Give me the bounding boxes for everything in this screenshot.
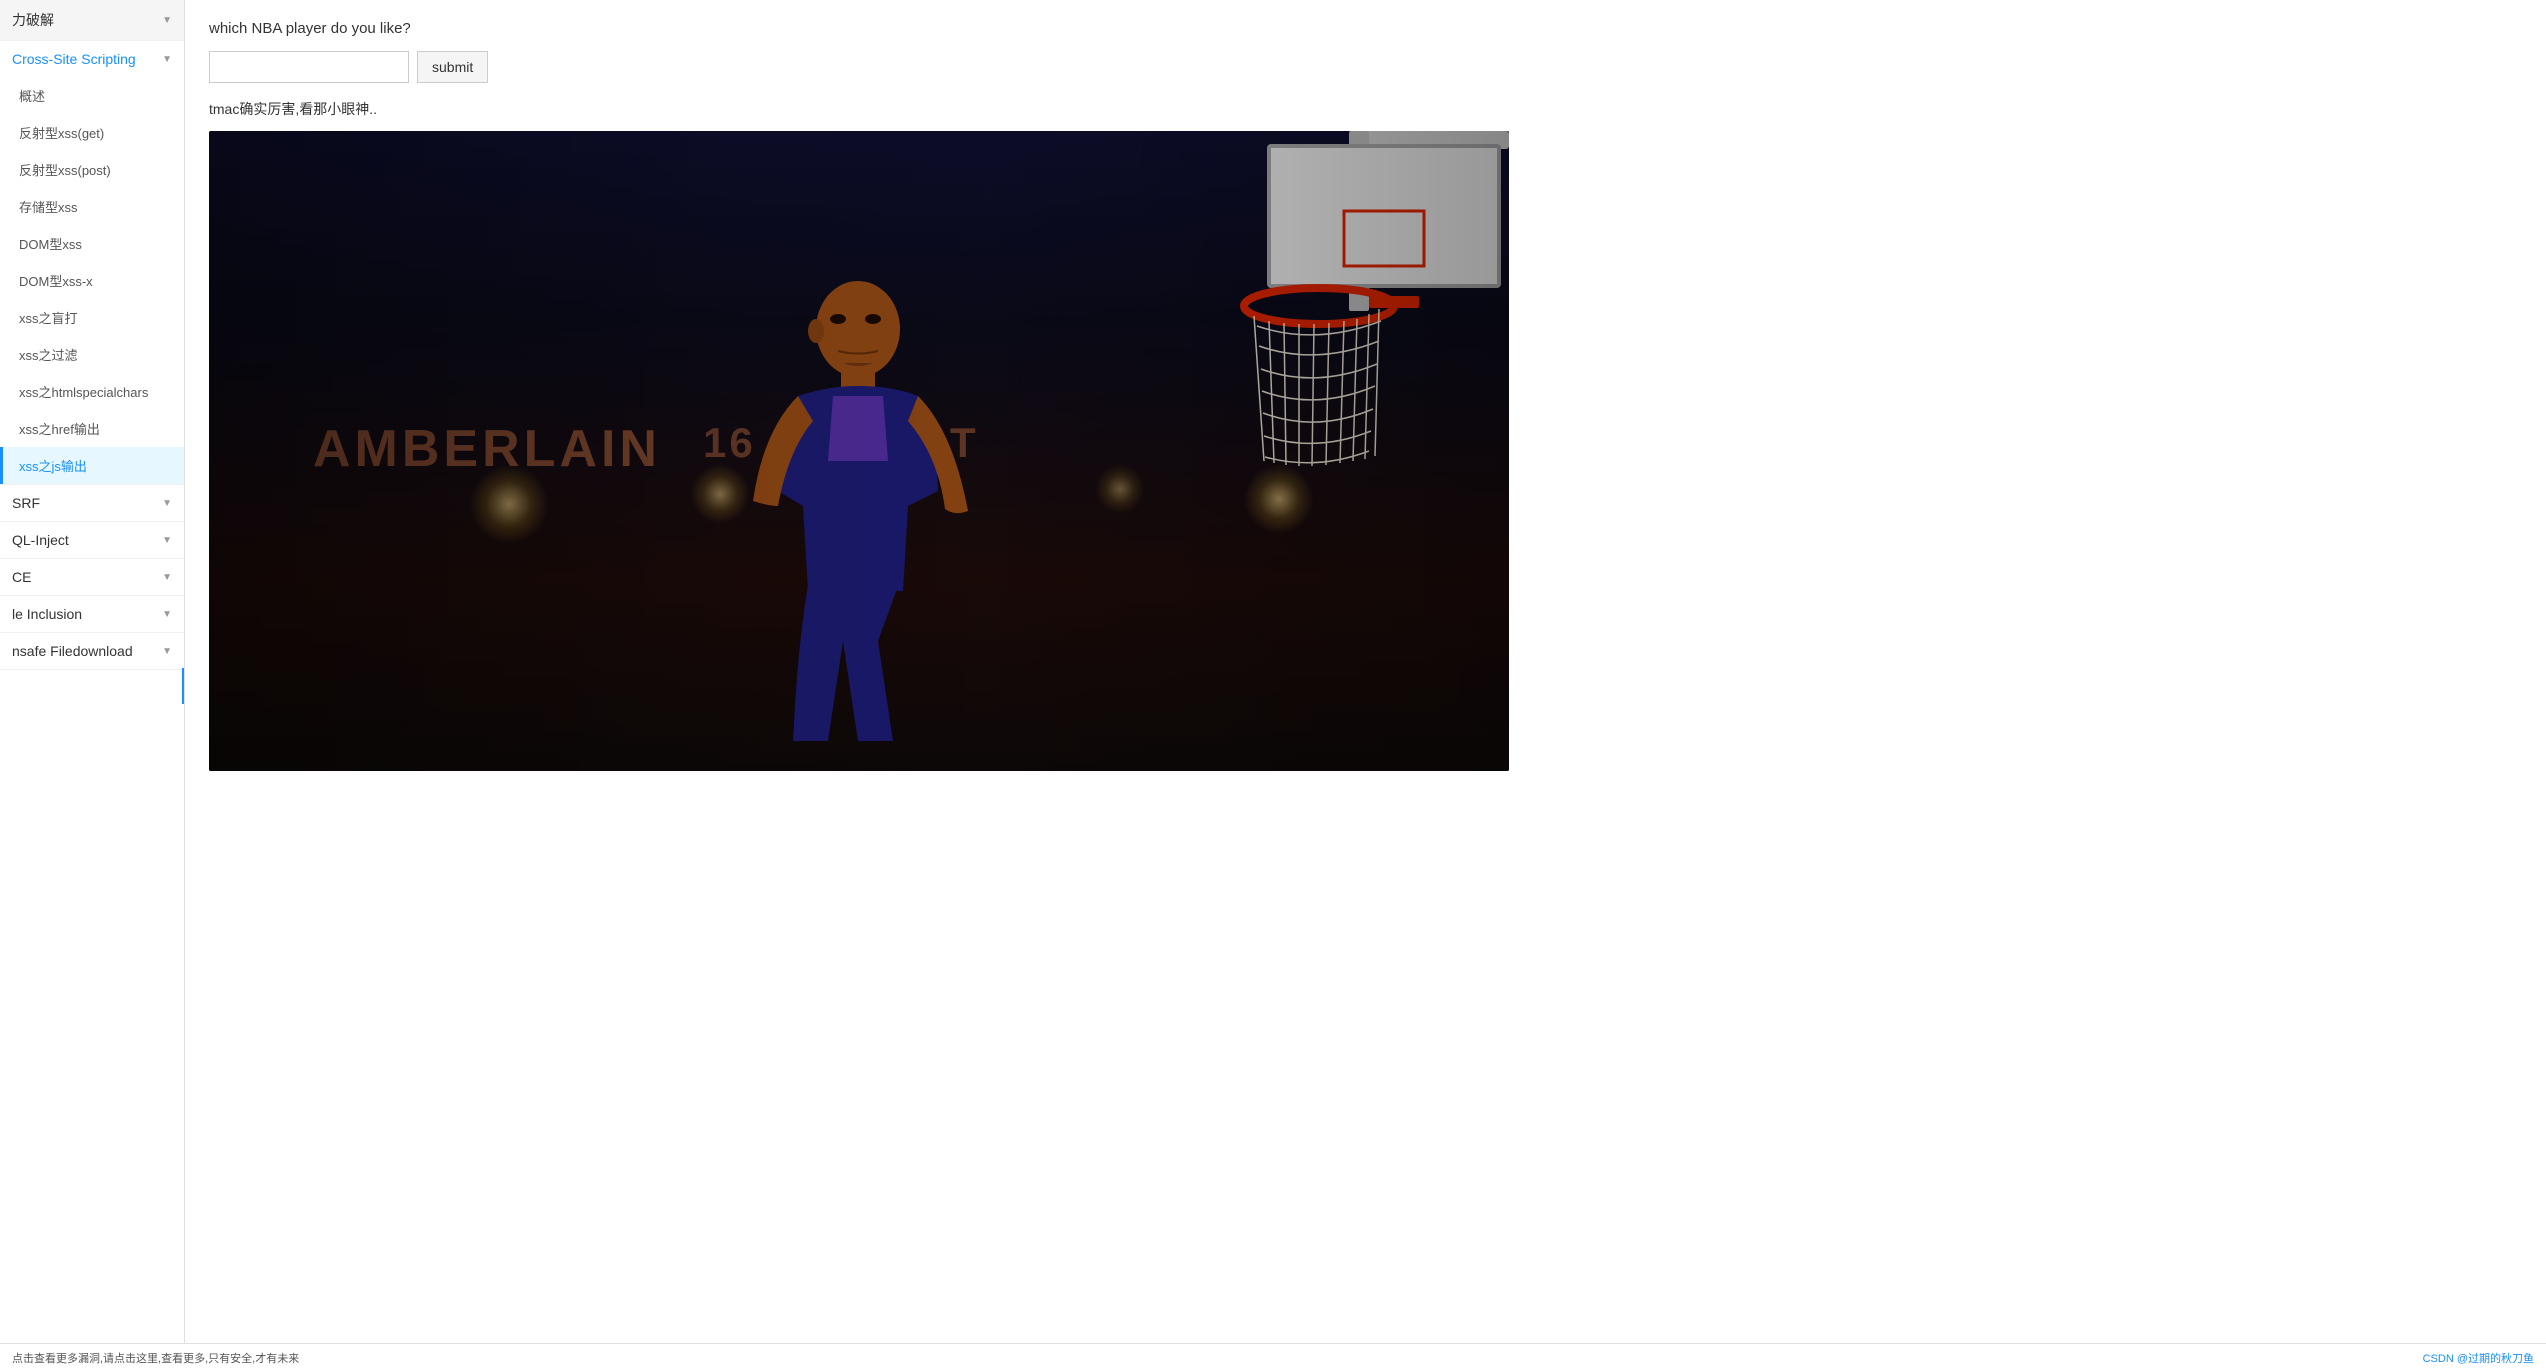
- sidebar-section-file-download: nsafe Filedownload ▼: [0, 633, 184, 670]
- xss-chevron: ▼: [162, 54, 172, 65]
- footer-right-text: CSDN @过期的秋刀鱼: [2423, 1350, 2534, 1366]
- sidebar-item-htmlspecialchars[interactable]: xss之htmlspecialchars: [0, 373, 184, 410]
- sidebar-section-csrf: SRF ▼: [0, 485, 184, 522]
- backboard-svg: [1079, 131, 1509, 511]
- input-row: submit: [209, 51, 2522, 83]
- sidebar-item-blind[interactable]: xss之盲打: [0, 299, 184, 336]
- sidebar-item-dom-x[interactable]: DOM型xss-x: [0, 262, 184, 299]
- player-input[interactable]: [209, 51, 409, 83]
- rce-chevron: ▼: [162, 572, 172, 583]
- sidebar-item-href[interactable]: xss之href输出: [0, 410, 184, 447]
- sidebar-collapse-handle[interactable]: [182, 668, 185, 704]
- sidebar-item-sql[interactable]: QL-Inject ▼: [0, 522, 184, 558]
- player-svg: [703, 211, 1023, 771]
- sidebar-item-file-inclusion[interactable]: le Inclusion ▼: [0, 596, 184, 632]
- sidebar-section-rce: CE ▼: [0, 559, 184, 596]
- sidebar-item-brute-force[interactable]: 力破解 ▼: [0, 0, 184, 40]
- sidebar-item-reflected-get[interactable]: 反射型xss(get): [0, 114, 184, 151]
- question-text: which NBA player do you like?: [209, 20, 2522, 37]
- basketball-image: AMBERLAIN 16 ALVIN AT: [209, 131, 1509, 771]
- main-content: which NBA player do you like? submit tma…: [185, 0, 2546, 1371]
- submit-button[interactable]: submit: [417, 51, 488, 83]
- sidebar-item-rce[interactable]: CE ▼: [0, 559, 184, 595]
- result-text: tmac确实厉害,看那小眼神..: [209, 99, 2522, 119]
- sidebar-section-file-inclusion: le Inclusion ▼: [0, 596, 184, 633]
- sql-chevron: ▼: [162, 535, 172, 546]
- sidebar-item-overview[interactable]: 概述: [0, 77, 184, 114]
- sidebar-item-js-output[interactable]: xss之js输出: [0, 447, 184, 484]
- rce-label: CE: [12, 569, 31, 585]
- sidebar-item-xss-header[interactable]: Cross-Site Scripting ▼: [0, 41, 184, 77]
- brute-force-label: 力破解: [12, 10, 54, 30]
- arena-text-chamberlain: AMBERLAIN: [313, 419, 661, 479]
- xss-label: Cross-Site Scripting: [12, 51, 136, 67]
- footer-bar: 点击查看更多漏洞,请点击这里,查看更多,只有安全,才有未来 CSDN @过期的秋…: [0, 1343, 2546, 1371]
- sidebar-section-sql: QL-Inject ▼: [0, 522, 184, 559]
- sidebar-section-brute-force: 力破解 ▼: [0, 0, 184, 41]
- court-scene: AMBERLAIN 16 ALVIN AT: [209, 131, 1509, 771]
- file-inclusion-label: le Inclusion: [12, 606, 82, 622]
- footer-left-text: 点击查看更多漏洞,请点击这里,查看更多,只有安全,才有未来: [12, 1350, 299, 1366]
- sql-label: QL-Inject: [12, 532, 69, 548]
- file-download-label: nsafe Filedownload: [12, 643, 133, 659]
- file-download-chevron: ▼: [162, 646, 172, 657]
- sidebar-item-filter[interactable]: xss之过滤: [0, 336, 184, 373]
- sidebar: 力破解 ▼ Cross-Site Scripting ▼ 概述 反射型xss(g…: [0, 0, 185, 1371]
- sidebar-item-file-download[interactable]: nsafe Filedownload ▼: [0, 633, 184, 669]
- sidebar-item-dom[interactable]: DOM型xss: [0, 225, 184, 262]
- sidebar-section-xss: Cross-Site Scripting ▼ 概述 反射型xss(get) 反射…: [0, 41, 184, 485]
- sidebar-item-csrf[interactable]: SRF ▼: [0, 485, 184, 521]
- csrf-chevron: ▼: [162, 498, 172, 509]
- file-inclusion-chevron: ▼: [162, 609, 172, 620]
- csrf-label: SRF: [12, 495, 40, 511]
- brute-force-chevron: ▼: [162, 15, 172, 26]
- sidebar-item-reflected-post[interactable]: 反射型xss(post): [0, 151, 184, 188]
- sidebar-item-stored[interactable]: 存储型xss: [0, 188, 184, 225]
